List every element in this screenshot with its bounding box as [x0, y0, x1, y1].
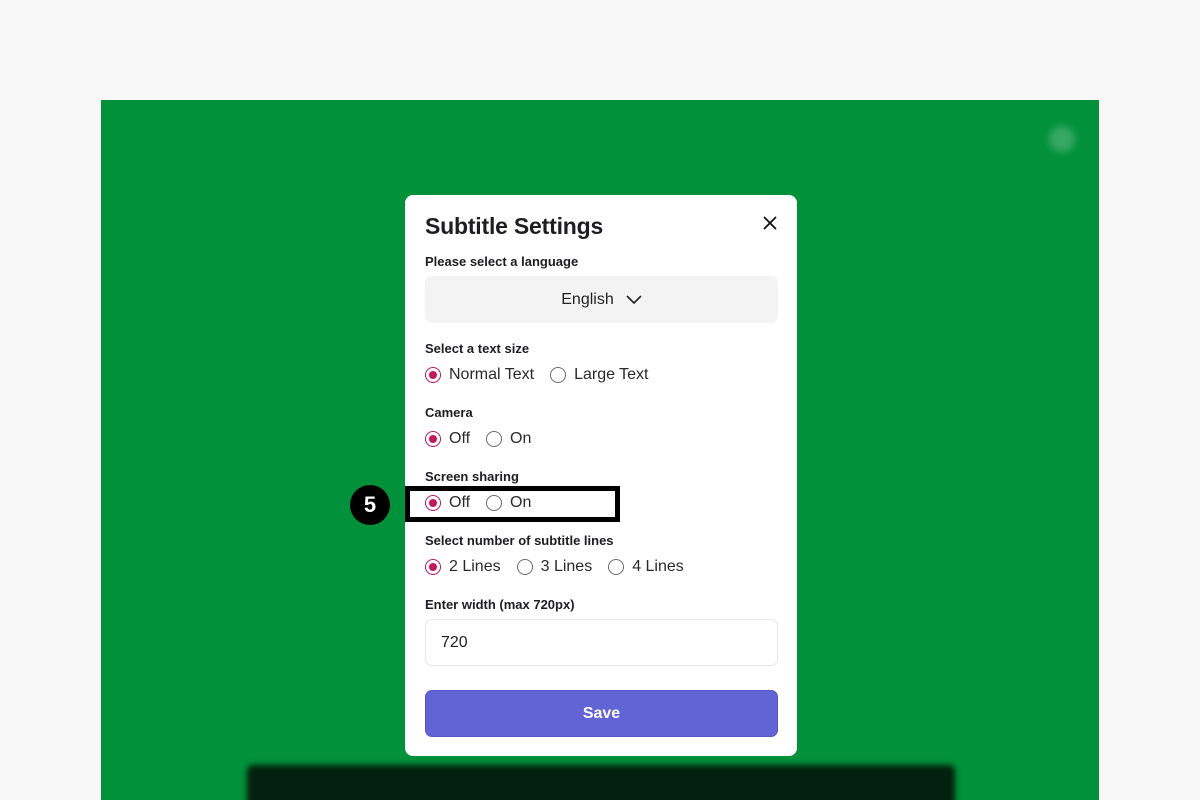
text-size-options: Normal Text Large Text [425, 363, 664, 387]
radio-screen-sharing-on[interactable]: On [486, 494, 531, 512]
subtitle-lines-label: Select number of subtitle lines [425, 533, 614, 548]
radio-button[interactable] [425, 431, 441, 447]
blurred-bottom-bar [247, 765, 955, 800]
screen-sharing-options: Off On [425, 491, 547, 515]
step-number-badge: 5 [350, 485, 390, 525]
radio-large-text[interactable]: Large Text [550, 366, 648, 384]
close-icon [763, 216, 777, 230]
radio-label: Off [449, 494, 471, 511]
screen-sharing-label: Screen sharing [425, 469, 519, 484]
radio-label: Off [449, 430, 471, 447]
radio-4-lines[interactable]: 4 Lines [608, 558, 684, 576]
modal-title: Subtitle Settings [425, 213, 604, 239]
radio-2-lines[interactable]: 2 Lines [425, 558, 501, 576]
radio-label: 4 Lines [632, 558, 684, 575]
radio-screen-sharing-off[interactable]: Off [425, 494, 470, 512]
radio-label: On [510, 430, 532, 447]
radio-label: Normal Text [449, 366, 535, 383]
subtitle-settings-modal: Subtitle Settings Please select a langua… [405, 195, 797, 756]
radio-button[interactable] [425, 367, 441, 383]
subtitle-lines-options: 2 Lines 3 Lines 4 Lines [425, 555, 700, 579]
text-size-label: Select a text size [425, 341, 530, 356]
radio-button[interactable] [425, 495, 441, 511]
language-value: English [561, 290, 614, 308]
camera-options: Off On [425, 427, 547, 451]
radio-label: 2 Lines [449, 558, 501, 575]
save-button[interactable]: Save [425, 690, 778, 737]
language-label: Please select a language [425, 254, 579, 269]
radio-label: 3 Lines [540, 558, 593, 575]
width-label: Enter width (max 720px) [425, 597, 575, 612]
radio-button[interactable] [608, 559, 625, 575]
radio-button[interactable] [550, 367, 567, 383]
chevron-down-icon [626, 295, 642, 304]
language-select[interactable]: English [425, 276, 778, 323]
width-input[interactable] [425, 619, 778, 666]
radio-label: On [510, 494, 532, 511]
radio-normal-text[interactable]: Normal Text [425, 366, 534, 384]
radio-label: Large Text [574, 366, 649, 383]
radio-camera-off[interactable]: Off [425, 430, 470, 448]
blurred-corner-icon [1049, 126, 1075, 152]
close-button[interactable] [760, 213, 780, 233]
camera-label: Camera [425, 405, 473, 420]
radio-camera-on[interactable]: On [486, 430, 531, 448]
radio-3-lines[interactable]: 3 Lines [516, 558, 593, 576]
radio-button[interactable] [486, 431, 503, 447]
radio-button[interactable] [486, 495, 503, 511]
radio-button[interactable] [516, 559, 533, 575]
radio-button[interactable] [425, 559, 441, 575]
